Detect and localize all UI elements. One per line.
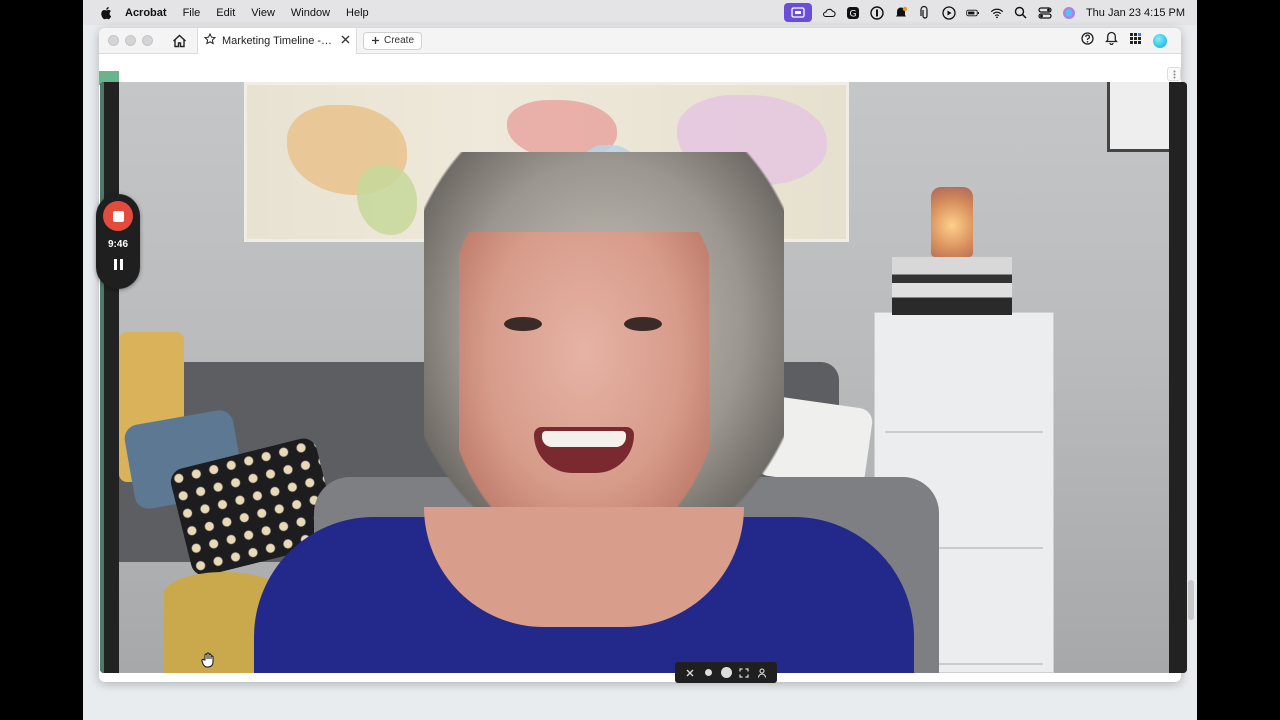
play-circle-icon[interactable] xyxy=(942,5,956,20)
titlebar-actions xyxy=(1081,31,1181,50)
wifi-icon[interactable] xyxy=(990,6,1004,20)
tab-title: Marketing Timeline - H... xyxy=(222,34,335,47)
menu-window[interactable]: Window xyxy=(291,7,330,19)
stop-recording-button[interactable] xyxy=(103,201,133,231)
fullscreen-icon[interactable] xyxy=(738,667,750,679)
large-bubble-size-button[interactable] xyxy=(720,667,732,679)
salt-lamp xyxy=(931,187,973,257)
wall-frame xyxy=(1107,82,1169,152)
window-titlebar: Marketing Timeline - H... Create xyxy=(99,28,1181,54)
plus-icon xyxy=(372,37,379,44)
menu-edit[interactable]: Edit xyxy=(216,7,235,19)
create-label: Create xyxy=(384,35,415,46)
camera-left-border xyxy=(100,82,119,673)
control-center-icon[interactable] xyxy=(1038,6,1052,20)
profile-avatar-icon[interactable] xyxy=(1153,33,1167,48)
small-bubble-size-button[interactable] xyxy=(702,667,714,679)
apps-grid-icon[interactable] xyxy=(1129,32,1142,50)
notification-bell-icon[interactable] xyxy=(894,6,908,20)
close-window-button[interactable] xyxy=(108,35,119,46)
person-face xyxy=(459,232,709,532)
more-options-icon[interactable] xyxy=(1167,67,1181,81)
recording-controls: 9:46 xyxy=(96,194,140,289)
book-stack xyxy=(892,257,1012,315)
spotlight-search-icon[interactable] xyxy=(1014,6,1028,20)
grammarly-icon[interactable]: G xyxy=(846,6,860,20)
siri-icon[interactable] xyxy=(1062,6,1076,20)
status-area: G Thu Jan 23 4:15 PM xyxy=(783,3,1197,22)
outer-scrollbar[interactable] xyxy=(1188,580,1194,620)
recording-timer: 9:46 xyxy=(107,239,128,250)
battery-icon[interactable] xyxy=(966,6,980,20)
help-icon[interactable] xyxy=(1081,31,1094,50)
paperclip-icon[interactable] xyxy=(918,5,932,20)
home-icon[interactable] xyxy=(169,31,189,51)
person-left-eye xyxy=(504,317,542,331)
menu-bar: Acrobat File Edit View Window Help G Thu… xyxy=(83,0,1197,25)
cloud-sync-icon[interactable] xyxy=(822,6,836,20)
webcam-video xyxy=(119,82,1169,673)
screen: Acrobat File Edit View Window Help G Thu… xyxy=(83,0,1197,720)
screen-recorder-status-icon[interactable] xyxy=(783,3,812,22)
webcam-overlay[interactable] xyxy=(100,82,1187,673)
apple-icon[interactable] xyxy=(99,6,113,20)
person-right-eye xyxy=(624,317,662,331)
menu-file[interactable]: File xyxy=(183,7,201,19)
camera-right-border xyxy=(1169,82,1187,673)
menubar-clock[interactable]: Thu Jan 23 4:15 PM xyxy=(1086,7,1185,19)
window-controls xyxy=(108,35,153,46)
svg-text:G: G xyxy=(849,9,856,19)
person-icon[interactable] xyxy=(756,667,768,679)
menu-help[interactable]: Help xyxy=(346,7,369,19)
pause-icon[interactable] xyxy=(112,259,124,271)
notifications-icon[interactable] xyxy=(1105,31,1118,50)
camera-toolbar xyxy=(675,662,777,683)
onepassword-icon[interactable] xyxy=(870,5,884,20)
minimize-window-button[interactable] xyxy=(125,35,136,46)
menu-view[interactable]: View xyxy=(251,7,275,19)
create-button[interactable]: Create xyxy=(363,31,423,50)
hand-cursor-icon xyxy=(201,652,215,668)
zoom-window-button[interactable] xyxy=(142,35,153,46)
tab-marketing-timeline[interactable]: Marketing Timeline - H... xyxy=(197,28,357,54)
menu-app-name[interactable]: Acrobat xyxy=(125,7,167,19)
stop-icon xyxy=(112,210,124,222)
star-icon[interactable] xyxy=(203,32,217,48)
close-tab-icon[interactable] xyxy=(341,35,350,47)
close-camera-icon[interactable] xyxy=(684,667,696,679)
